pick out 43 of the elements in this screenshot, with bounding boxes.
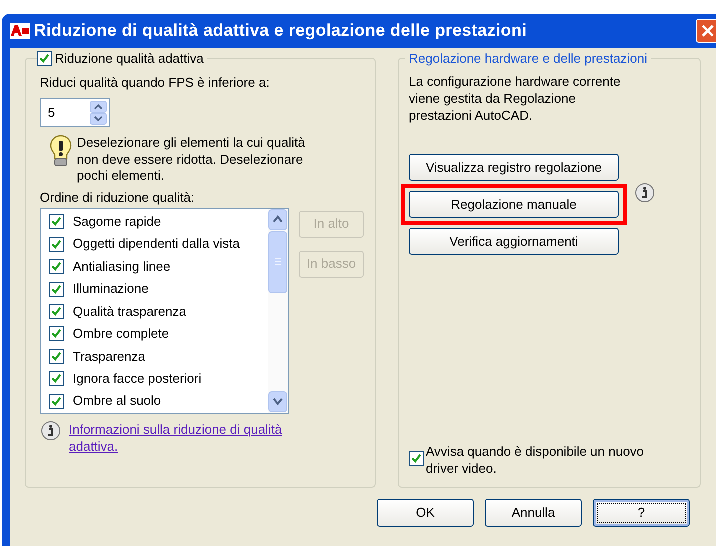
- list-item[interactable]: Sagome rapide: [73, 212, 162, 232]
- list-item[interactable]: Antialiasing linee: [73, 256, 171, 276]
- scrollbar[interactable]: [268, 208, 288, 412]
- number-spinner[interactable]: 5: [40, 98, 110, 127]
- action-button[interactable]: Regolazione manuale: [409, 191, 619, 218]
- dialog-button[interactable]: OK: [377, 499, 474, 527]
- list-item[interactable]: Illuminazione: [73, 279, 149, 299]
- list-item[interactable]: Ombre al suolo: [73, 391, 162, 411]
- checkbox[interactable]: [409, 451, 424, 466]
- checkbox[interactable]: [37, 51, 52, 66]
- window-title: Riduzione di qualità adattiva e regolazione delle prestazioni: [34, 20, 528, 42]
- dialog-button[interactable]: ?: [593, 499, 690, 527]
- checkbox[interactable]: [49, 282, 64, 297]
- list-item[interactable]: Ignora facce posteriori: [73, 369, 202, 389]
- checkbox-label: Avvisa quando è disponibile un nuovo driver video.: [426, 443, 646, 477]
- field-label: Riduci qualità quando FPS è inferiore a:: [40, 74, 271, 92]
- checkbox[interactable]: [49, 371, 64, 386]
- list-label: Ordine di riduzione qualità:: [40, 188, 196, 206]
- checkbox[interactable]: [49, 236, 64, 252]
- dialog-button[interactable]: Annulla: [485, 499, 582, 527]
- action-button[interactable]: Verifica aggiornamenti: [409, 228, 619, 255]
- spin-arrows-icon[interactable]: [90, 100, 107, 124]
- list-item[interactable]: Ombre complete: [73, 324, 170, 344]
- close-icon: [701, 24, 715, 38]
- info-icon[interactable]: [635, 183, 655, 203]
- list-item[interactable]: Oggetti dipendenti dalla vista: [73, 234, 240, 254]
- checkbox[interactable]: [49, 304, 64, 319]
- checkbox[interactable]: [49, 326, 64, 342]
- lightbulb-icon: [50, 135, 72, 169]
- checkbox[interactable]: [49, 259, 64, 274]
- info-icon: [41, 420, 61, 440]
- action-button[interactable]: Visualizza registro regolazione: [409, 154, 619, 181]
- help-link[interactable]: Informazioni sulla riduzione di qualità adattiva.: [69, 420, 319, 454]
- checkbox-label: Riduzione qualità adattiva: [55, 50, 204, 67]
- checkbox[interactable]: [49, 214, 64, 230]
- app-logo-icon: [10, 22, 30, 40]
- list-item[interactable]: Qualità trasparenza: [73, 302, 186, 322]
- description-text: La configurazione hardware corrente viene gestita da Regolazione prestazioni AutoCAD.: [409, 73, 622, 124]
- checkbox[interactable]: [49, 348, 64, 364]
- checkbox[interactable]: [49, 394, 64, 409]
- list-item[interactable]: Trasparenza: [73, 346, 146, 366]
- close-button[interactable]: [696, 19, 716, 43]
- tip-text: Deselezionare gli elementi la cui qualità non deve essere ridotta. Deselezionare pochi elementi.: [77, 135, 306, 184]
